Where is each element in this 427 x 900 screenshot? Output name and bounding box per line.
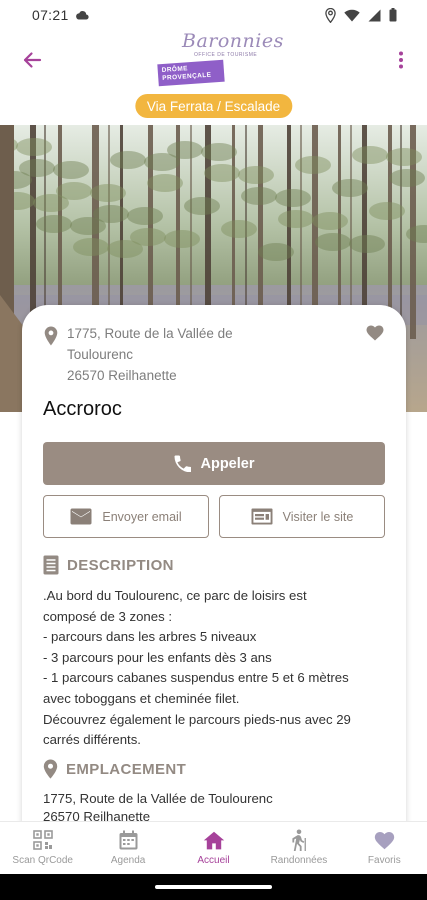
email-button-label: Envoyer email xyxy=(102,509,182,524)
location-heading-label: EMPLACEMENT xyxy=(66,760,187,778)
detail-card: 1775, Route de la Vallée de Toulourenc 2… xyxy=(22,305,406,845)
listing-title: Accroroc xyxy=(43,398,122,420)
qr-code-icon xyxy=(32,828,53,852)
location-line: 1775, Route de la Vallée de Toulourenc xyxy=(43,791,273,806)
description-line: - parcours dans les arbres 5 niveaux xyxy=(43,629,257,645)
nav-item-accueil[interactable]: Accueil xyxy=(171,822,256,874)
call-button-label: Appeler xyxy=(200,455,255,472)
app-bar: Baronnies OFFICE DE TOURISME DRÔME PROVE… xyxy=(0,30,427,90)
description-line: avec toboggans et cheminée filet. xyxy=(43,690,240,706)
web-icon xyxy=(251,508,273,525)
location-pin-icon xyxy=(44,326,58,351)
status-time: 07:21 xyxy=(32,7,69,23)
description-line: carrés différents. xyxy=(43,732,141,748)
location-icon xyxy=(325,7,336,23)
description-line: composé de 3 zones : xyxy=(43,608,173,624)
document-icon xyxy=(43,555,59,575)
description-line: - 1 parcours cabanes suspendus entre 5 e… xyxy=(43,670,349,686)
nav-item-favoris[interactable]: Favoris xyxy=(342,822,427,874)
nav-label: Scan QrCode xyxy=(12,855,73,866)
description-heading: DESCRIPTION xyxy=(43,554,174,576)
category-pill: Via Ferrata / Escalade xyxy=(134,94,293,118)
nav-label: Accueil xyxy=(197,855,230,866)
more-vertical-icon xyxy=(399,51,403,69)
bottom-nav: Scan QrCode Agenda Accueil Randonnées Fa… xyxy=(0,821,427,874)
location-heading: EMPLACEMENT xyxy=(43,758,186,780)
address-line: 1775, Route de la Vallée de xyxy=(67,326,233,341)
logo-tagline: OFFICE DE TOURISME xyxy=(194,52,258,58)
nav-label: Agenda xyxy=(110,855,146,866)
cloud-icon xyxy=(75,7,89,23)
hiker-icon xyxy=(289,828,309,852)
phone-icon xyxy=(174,455,191,472)
description-line: .Au bord du Toulourenc, ce parc de loisi… xyxy=(43,588,307,603)
address-line: Toulourenc xyxy=(67,347,134,362)
calendar-icon xyxy=(119,828,138,852)
description-line: - 3 parcours pour les enfants dès 3 ans xyxy=(43,649,272,665)
nav-label: Randonnées xyxy=(270,855,328,866)
screen: 07:21 Baronnies OFFICE DE TOURISME DRÔME… xyxy=(0,0,427,900)
address-line: 26570 Reilhanette xyxy=(67,368,177,383)
back-button[interactable] xyxy=(18,46,46,74)
more-menu-button[interactable] xyxy=(389,46,413,74)
logo-script: Baronnies xyxy=(182,30,284,52)
status-bar: 07:21 xyxy=(0,0,427,30)
address-lines: 1775, Route de la Vallée de Toulourenc 2… xyxy=(67,323,233,386)
email-button[interactable]: Envoyer email xyxy=(43,495,209,538)
description-heading-label: DESCRIPTION xyxy=(67,556,174,574)
heart-icon xyxy=(374,828,395,852)
signal-icon xyxy=(368,9,381,22)
description-text: .Au bord du Toulourenc, ce parc de loisi… xyxy=(43,586,393,751)
website-button[interactable]: Visiter le site xyxy=(219,495,385,538)
nav-item-randonnees[interactable]: Randonnées xyxy=(256,822,341,874)
email-icon xyxy=(70,508,92,525)
logo-badge: DRÔME PROVENÇALE xyxy=(157,59,225,87)
call-button[interactable]: Appeler xyxy=(43,442,385,485)
website-button-label: Visiter le site xyxy=(282,509,354,524)
nav-item-scan-qrcode[interactable]: Scan QrCode xyxy=(0,822,85,874)
nav-item-agenda[interactable]: Agenda xyxy=(85,822,170,874)
back-arrow-icon xyxy=(23,52,42,68)
nav-label: Favoris xyxy=(367,855,401,866)
battery-icon xyxy=(389,8,397,22)
home-gesture-handle[interactable] xyxy=(155,885,272,889)
description-line: Découvrez également le parcours pieds-nu… xyxy=(43,711,351,727)
home-icon xyxy=(203,828,225,852)
favorite-heart-icon[interactable] xyxy=(366,325,384,346)
wifi-icon xyxy=(344,9,360,22)
system-gesture-bar xyxy=(0,874,427,900)
brand-logo: Baronnies OFFICE DE TOURISME DRÔME PROVE… xyxy=(156,30,283,90)
location-pin-icon xyxy=(43,759,58,779)
